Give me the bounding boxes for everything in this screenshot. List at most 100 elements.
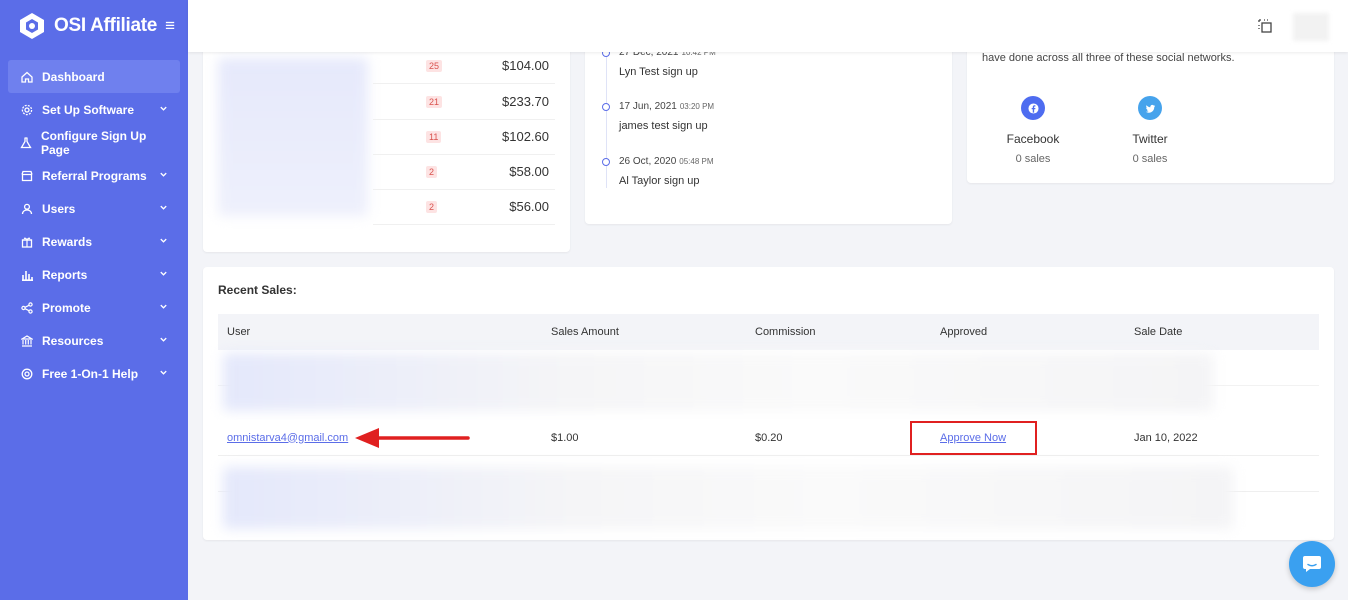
social-name: Facebook xyxy=(1006,132,1060,146)
chevron-down-icon xyxy=(159,170,168,182)
share-icon xyxy=(20,301,34,315)
signups-card: 27 Dec, 2021 10:42 PM Lyn Test sign up 17 J… xyxy=(585,40,952,224)
chevron-down-icon xyxy=(159,203,168,215)
sidebar-item-label: Dashboard xyxy=(42,69,105,84)
social-twitter: Twitter 0 sales xyxy=(1105,96,1195,165)
social-description: have done across all three of these soci… xyxy=(982,52,1235,64)
sidebar-item-label: Rewards xyxy=(42,234,93,249)
sale-user-link[interactable]: omnistarva4@gmail.com xyxy=(227,432,348,444)
twitter-icon xyxy=(1138,96,1162,120)
sidebar-item-label: Set Up Software xyxy=(42,102,135,117)
amount: $102.60 xyxy=(502,129,549,144)
annotation-arrow-icon xyxy=(355,428,470,448)
sale-amount: $1.00 xyxy=(551,431,579,444)
sale-commission: $0.20 xyxy=(755,431,783,444)
column-header-approved: Approved xyxy=(940,326,988,338)
amount: $233.70 xyxy=(502,94,549,109)
column-header-user: User xyxy=(227,326,251,338)
sidebar-item-label: Configure Sign Up Page xyxy=(40,128,147,157)
approve-highlight-box xyxy=(910,421,1037,455)
sidebar-item-referral-programs[interactable]: Referral Programs xyxy=(8,159,180,192)
hamburger-icon[interactable]: ≡ xyxy=(165,16,175,36)
bar-chart-icon xyxy=(20,268,34,282)
sidebar-item-label: Referral Programs xyxy=(42,168,147,183)
list-item: 21 $233.70 xyxy=(373,84,555,120)
sidebar-nav: Dashboard Set Up Software Configure Sign U… xyxy=(0,60,188,390)
count-badge: 11 xyxy=(426,130,442,143)
table-header: User Sales Amount Commission Approved Sa… xyxy=(218,314,1319,350)
sidebar-item-resources[interactable]: Resources xyxy=(8,324,180,357)
store-icon xyxy=(20,169,34,183)
sidebar-item-label: Resources xyxy=(42,333,104,348)
bank-icon xyxy=(20,334,34,348)
count-badge: 2 xyxy=(426,165,438,178)
chevron-down-icon xyxy=(159,368,168,380)
blurred-rows xyxy=(223,353,1213,411)
recent-sales-card: Recent Sales: User Sales Amount Commissi… xyxy=(203,267,1334,540)
sidebar-item-label: Free 1-On-1 Help xyxy=(42,366,139,381)
topbar xyxy=(188,0,1348,52)
sale-date: Jan 10, 2022 xyxy=(1134,431,1198,444)
social-card: have done across all three of these soci… xyxy=(967,40,1334,183)
sidebar-item-set-up-software[interactable]: Set Up Software xyxy=(8,93,180,126)
timeline-dot xyxy=(602,158,610,166)
chevron-down-icon xyxy=(159,302,168,314)
sidebar: OSI Affiliate ≡ Dashboard Set Up Software… xyxy=(0,0,188,600)
social-sales: 0 sales xyxy=(1132,153,1168,165)
sidebar-item-free-1-on-1-help[interactable]: Free 1-On-1 Help xyxy=(8,357,180,390)
count-badge: 21 xyxy=(426,95,443,108)
chevron-down-icon xyxy=(159,236,168,248)
facebook-icon xyxy=(1021,96,1045,120)
column-header-commission: Commission xyxy=(755,326,816,338)
home-icon xyxy=(20,70,34,84)
recent-sales-title: Recent Sales: xyxy=(218,283,297,297)
social-name: Twitter xyxy=(1132,132,1168,146)
gear-icon xyxy=(20,103,34,117)
sidebar-item-reports[interactable]: Reports xyxy=(8,258,180,291)
gift-icon xyxy=(20,235,34,249)
amount: $56.00 xyxy=(509,199,549,214)
amount: $104.00 xyxy=(502,58,549,73)
social-sales: 0 sales xyxy=(1015,153,1051,165)
column-header-sales-amount: Sales Amount xyxy=(551,326,619,338)
social-facebook: Facebook 0 sales xyxy=(988,96,1078,165)
chat-icon xyxy=(1303,556,1321,572)
logo-icon xyxy=(20,13,44,39)
list-item: 11 $102.60 xyxy=(373,119,555,155)
lifebuoy-icon xyxy=(20,367,34,381)
sidebar-item-configure-sign-up-page[interactable]: Configure Sign Up Page xyxy=(8,126,180,159)
chevron-down-icon xyxy=(159,269,168,281)
count-badge: 2 xyxy=(426,200,438,213)
list-item: 2 $58.00 xyxy=(373,154,555,190)
sidebar-item-promote[interactable]: Promote xyxy=(8,291,180,324)
blurred-names xyxy=(218,58,368,216)
fullscreen-icon[interactable] xyxy=(1257,18,1273,34)
list-item: 2 $56.00 xyxy=(373,189,555,225)
sidebar-item-dashboard[interactable]: Dashboard xyxy=(8,60,180,93)
avatar[interactable] xyxy=(1293,13,1329,41)
blurred-rows xyxy=(223,467,1233,529)
timeline-date: 26 Oct, 2020 05:48 PM xyxy=(619,156,714,167)
list-item: 25 $104.00 xyxy=(373,48,555,84)
sidebar-item-label: Reports xyxy=(42,267,88,282)
column-header-sale-date: Sale Date xyxy=(1134,326,1183,338)
timeline-date: 17 Jun, 2021 03:20 PM xyxy=(619,101,715,112)
user-icon xyxy=(20,202,34,216)
amount: $58.00 xyxy=(509,164,549,179)
timeline-dot xyxy=(602,103,610,111)
sidebar-item-users[interactable]: Users xyxy=(8,192,180,225)
brand[interactable]: OSI Affiliate ≡ xyxy=(0,0,188,52)
timeline-text: Al Taylor sign up xyxy=(619,175,700,187)
chevron-down-icon xyxy=(159,104,168,116)
brand-name: OSI Affiliate xyxy=(54,15,158,36)
sidebar-item-rewards[interactable]: Rewards xyxy=(8,225,180,258)
sidebar-item-label: Users xyxy=(42,201,76,216)
count-badge: 25 xyxy=(426,59,443,72)
timeline-text: Lyn Test sign up xyxy=(619,66,698,78)
chevron-down-icon xyxy=(159,335,168,347)
timeline-text: james test sign up xyxy=(619,120,708,132)
chat-button[interactable] xyxy=(1289,541,1335,587)
sidebar-item-label: Promote xyxy=(42,300,91,315)
flask-icon xyxy=(20,136,33,150)
leaderboard-card: 25 $104.00 21 $233.70 11 $102.60 2 $58.00 2 $56.0… xyxy=(203,40,570,252)
